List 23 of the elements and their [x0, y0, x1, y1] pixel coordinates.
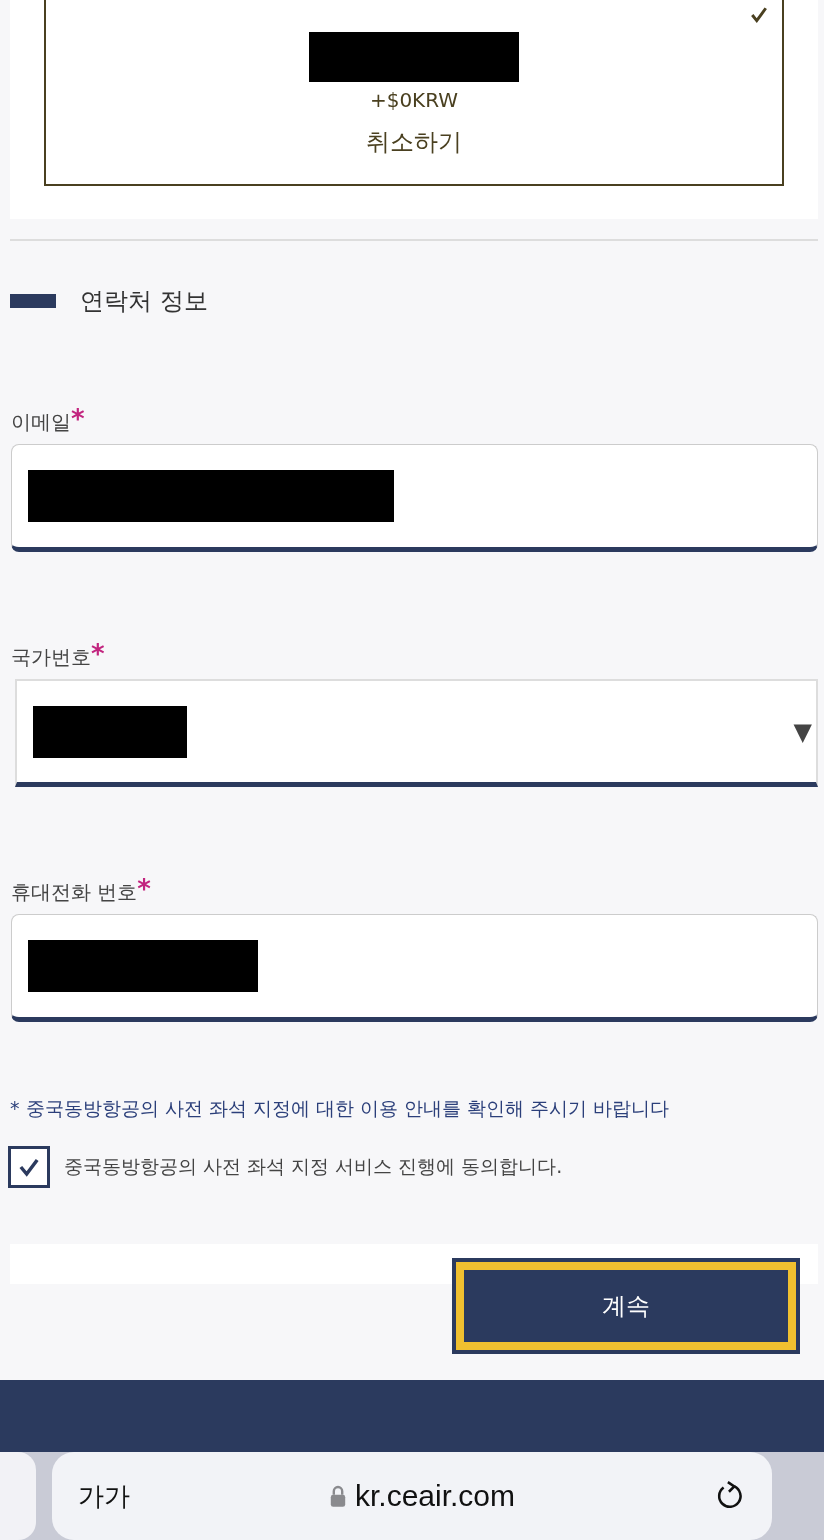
input-field[interactable] — [11, 914, 818, 1023]
notice-link[interactable]: * 중국동방항공의 사전 좌석 지정에 대한 이용 안내를 확인해 주시기 바랍니다 — [10, 1096, 824, 1123]
input-field[interactable] — [11, 444, 818, 553]
section-title: 연락처 정보 — [80, 286, 208, 318]
required-mark: * — [137, 879, 151, 900]
price-text: +$0KRW — [369, 88, 459, 112]
url-text: kr.ceair.com — [354, 1479, 516, 1513]
check-icon — [750, 6, 768, 24]
seat-option-card[interactable]: +$0KRW 취소하기 — [44, 0, 784, 186]
lock-icon — [328, 1484, 347, 1508]
dropdown-arrow: ▼ — [793, 718, 812, 746]
cancel-link[interactable]: 취소하기 — [366, 126, 462, 158]
field-label: 국가번호 — [11, 645, 91, 672]
section-marker — [10, 294, 56, 309]
required-mark: * — [71, 409, 85, 430]
agree-checkbox[interactable] — [8, 1146, 50, 1189]
text-size-button[interactable]: 가가 — [78, 1478, 130, 1514]
address-bar[interactable]: 가가 kr.ceair.com — [52, 1452, 772, 1540]
field-label: 휴대전화 번호 — [11, 879, 138, 907]
agreement-text: 중국동방항공의 사전 좌석 지정 서비스 진행에 동의합니다. — [64, 1154, 563, 1180]
dropdown-field[interactable]: ▼ — [15, 679, 818, 788]
required-mark: * — [91, 644, 105, 665]
field-label: 이메일 — [11, 410, 71, 437]
